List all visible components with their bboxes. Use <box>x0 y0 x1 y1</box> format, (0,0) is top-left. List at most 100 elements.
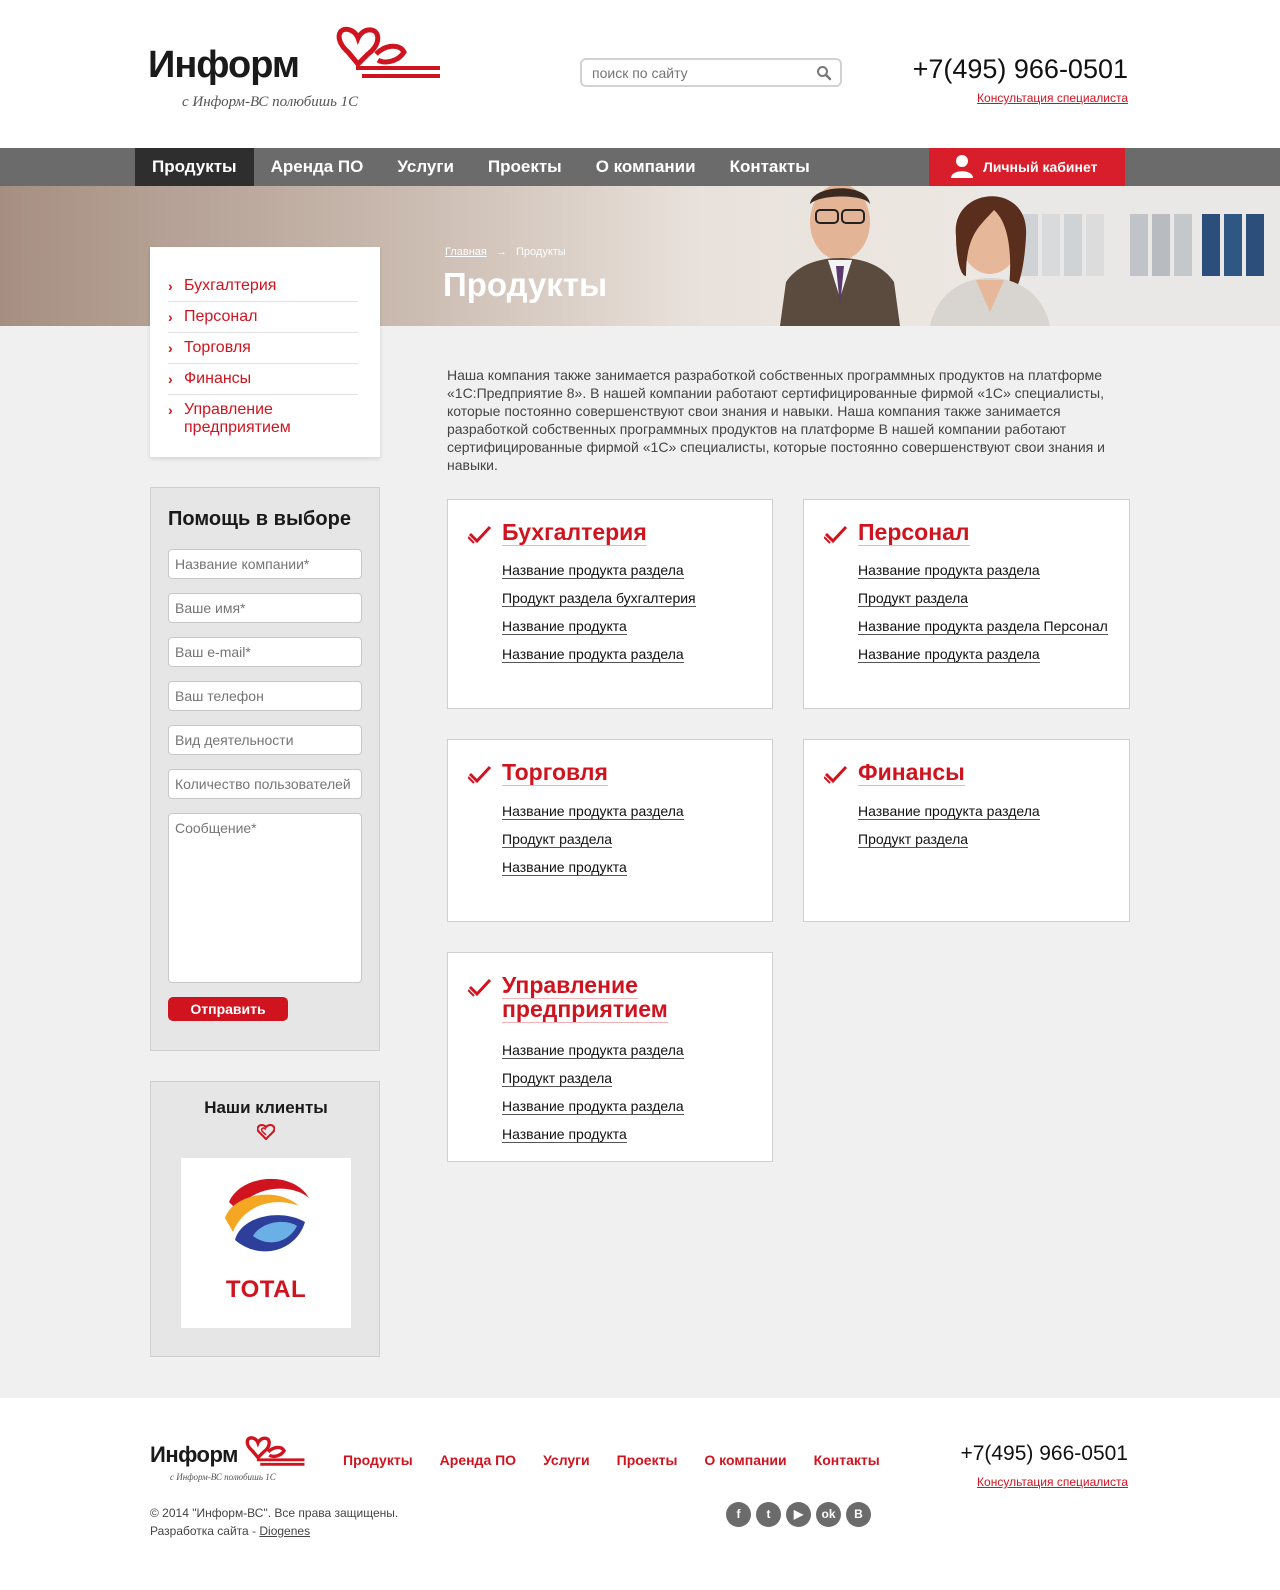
product-link[interactable]: Продукт раздела <box>502 1070 613 1087</box>
social-links: f t ▶ ok B <box>726 1502 876 1527</box>
footer-nav-rent[interactable]: Аренда ПО <box>440 1452 516 1468</box>
binder <box>1202 214 1220 276</box>
sidebar-menu: › Бухгалтерия › Персонал › Торговля › Финанс… <box>150 247 380 457</box>
breadcrumb-home-link[interactable]: Главная <box>445 246 487 258</box>
check-icon <box>468 525 492 544</box>
developer-link[interactable]: Diogenes <box>259 1524 310 1538</box>
footer-nav-services[interactable]: Услуги <box>543 1452 590 1468</box>
odnoklassniki-icon[interactable]: ok <box>816 1502 841 1527</box>
main-nav: Продукты Аренда ПО Услуги Проекты О комп… <box>0 148 1280 186</box>
product-link[interactable]: Название продукта раздела <box>502 1098 684 1115</box>
check-icon <box>824 765 848 784</box>
youtube-icon[interactable]: ▶ <box>786 1502 811 1527</box>
submit-button[interactable]: Отправить <box>168 997 288 1021</box>
breadcrumb-arrow-icon: → <box>495 246 507 258</box>
footer-nav-contacts[interactable]: Контакты <box>814 1452 880 1468</box>
cabinet-label: Личный кабинет <box>983 159 1098 175</box>
chevron-right-icon: › <box>168 309 173 325</box>
nav-item-services[interactable]: Услуги <box>380 148 471 186</box>
sidebar-item-label: Бухгалтерия <box>184 277 277 294</box>
product-link[interactable]: Продукт раздела бухгалтерия <box>502 590 696 607</box>
twitter-icon[interactable]: t <box>756 1502 781 1527</box>
card-links: Название продукта раздела Продукт раздел… <box>502 803 684 887</box>
nav-item-about[interactable]: О компании <box>579 148 713 186</box>
product-link[interactable]: Продукт раздела <box>502 831 613 848</box>
product-link[interactable]: Название продукта <box>502 1126 627 1143</box>
developer-prefix: Разработка сайта - <box>150 1524 260 1538</box>
product-link[interactable]: Название продукта <box>502 618 627 635</box>
people-photo <box>780 186 1050 326</box>
product-link[interactable]: Название продукта раздела <box>502 562 684 579</box>
footer-logo-tagline: с Информ-ВС полюбишь 1С <box>170 1472 276 1482</box>
footer-nav-products[interactable]: Продукты <box>343 1452 413 1468</box>
sidebar-item-label: Торговля <box>184 339 251 356</box>
product-link[interactable]: Продукт раздела <box>858 831 969 848</box>
search-input[interactable] <box>582 60 802 85</box>
binder <box>1086 214 1104 276</box>
logo-heart-icon <box>336 26 440 78</box>
binder <box>1246 214 1264 276</box>
breadcrumb: Главная → Продукты <box>445 246 566 258</box>
name-field[interactable] <box>168 593 362 623</box>
chevron-right-icon: › <box>168 340 173 356</box>
card-links: Название продукта раздела Продукт раздел… <box>858 562 1108 674</box>
facebook-icon[interactable]: f <box>726 1502 751 1527</box>
binder <box>1130 214 1148 276</box>
search-icon[interactable] <box>816 65 832 81</box>
product-link[interactable]: Название продукта <box>502 859 627 876</box>
card-title[interactable]: Торговля <box>502 759 762 786</box>
binder <box>1174 214 1192 276</box>
clients-block: Наши клиенты TOTAL <box>150 1081 380 1357</box>
phone-field[interactable] <box>168 681 362 711</box>
card-title[interactable]: Персонал <box>858 519 1118 546</box>
message-field[interactable] <box>168 813 362 983</box>
card-links: Название продукта раздела Продукт раздел… <box>858 803 1040 859</box>
check-icon <box>824 525 848 544</box>
product-link[interactable]: Название продукта раздела <box>502 803 684 820</box>
email-field[interactable] <box>168 637 362 667</box>
product-link[interactable]: Название продукта раздела <box>858 803 1040 820</box>
product-link[interactable]: Название продукта раздела <box>502 1042 684 1059</box>
card-title[interactable]: Управление предприятием <box>502 972 762 1023</box>
client-logo-total[interactable]: TOTAL <box>181 1158 351 1328</box>
product-link[interactable]: Название продукта раздела <box>502 646 684 663</box>
help-form-title: Помощь в выборе <box>168 508 351 530</box>
footer-logo[interactable]: Информ с Информ-ВС полюбишь 1С <box>150 1436 310 1486</box>
consult-link[interactable]: Консультация специалиста <box>977 91 1128 105</box>
logo-heart-icon <box>245 1436 305 1466</box>
product-link[interactable]: Название продукта раздела Персонал <box>858 618 1108 635</box>
vkontakte-icon[interactable]: B <box>846 1502 871 1527</box>
sidebar-item-accounting[interactable]: › Бухгалтерия <box>168 271 358 302</box>
users-count-field[interactable] <box>168 769 362 799</box>
sidebar-item-label: Персонал <box>184 308 258 325</box>
category-card-personnel: Персонал Название продукта раздела Проду… <box>803 499 1130 709</box>
sidebar-item-management[interactable]: › Управление предприятием <box>168 395 358 443</box>
activity-field[interactable] <box>168 725 362 755</box>
product-link[interactable]: Название продукта раздела <box>858 646 1040 663</box>
binder <box>1152 214 1170 276</box>
search-box <box>580 58 842 87</box>
product-link[interactable]: Продукт раздела <box>858 590 969 607</box>
check-icon <box>468 978 492 997</box>
nav-item-rent[interactable]: Аренда ПО <box>254 148 381 186</box>
card-title[interactable]: Финансы <box>858 759 1118 786</box>
footer-consult-link[interactable]: Консультация специалиста <box>977 1475 1128 1489</box>
binder <box>1224 214 1242 276</box>
sidebar-item-trade[interactable]: › Торговля <box>168 333 358 364</box>
footer-logo-text: Информ <box>150 1442 238 1467</box>
check-icon <box>468 765 492 784</box>
logo[interactable]: Информ с Информ-ВС полюбишь 1С <box>148 24 448 120</box>
company-field[interactable] <box>168 549 362 579</box>
nav-item-projects[interactable]: Проекты <box>471 148 579 186</box>
nav-item-contacts[interactable]: Контакты <box>713 148 827 186</box>
user-icon <box>951 155 973 178</box>
footer-nav-projects[interactable]: Проекты <box>617 1452 678 1468</box>
nav-item-products[interactable]: Продукты <box>135 148 254 186</box>
sidebar-item-personnel[interactable]: › Персонал <box>168 302 358 333</box>
sidebar-item-finance[interactable]: › Финансы <box>168 364 358 395</box>
category-card-accounting: Бухгалтерия Название продукта раздела Пр… <box>447 499 773 709</box>
footer-nav-about[interactable]: О компании <box>704 1452 786 1468</box>
product-link[interactable]: Название продукта раздела <box>858 562 1040 579</box>
cabinet-button[interactable]: Личный кабинет <box>929 148 1125 186</box>
card-title[interactable]: Бухгалтерия <box>502 519 762 546</box>
